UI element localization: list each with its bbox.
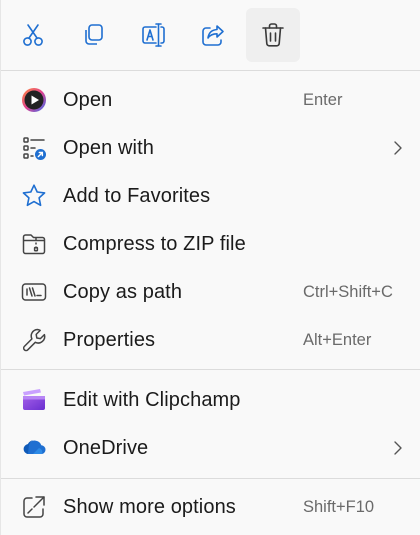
copy-icon	[85, 24, 103, 45]
rename-icon	[142, 23, 165, 47]
menu-group-more: Show more options Shift+F10	[1, 479, 420, 531]
share-button[interactable]	[186, 8, 240, 62]
menu-item-compress-zip[interactable]: Compress to ZIP file	[1, 220, 420, 268]
wrench-icon	[20, 326, 48, 354]
menu-item-label: Add to Favorites	[63, 184, 211, 207]
menu-item-shortcut: Alt+Enter	[303, 330, 372, 349]
star-icon	[20, 182, 48, 210]
menu-item-properties[interactable]: Properties Alt+Enter	[1, 316, 420, 364]
cut-button[interactable]	[6, 8, 60, 62]
media-player-icon	[20, 86, 48, 114]
menu-item-shortcut: Enter	[303, 90, 343, 109]
share-icon	[202, 25, 224, 46]
menu-item-add-to-favorites[interactable]: Add to Favorites	[1, 172, 420, 220]
menu-item-open-with[interactable]: Open with	[1, 124, 420, 172]
menu-item-open[interactable]: Open Enter	[1, 76, 420, 124]
context-menu: Open Enter Open with Add to Favorites Co…	[0, 0, 420, 535]
rename-button[interactable]	[126, 8, 180, 62]
scissors-icon	[23, 24, 43, 46]
show-more-icon	[20, 493, 48, 521]
context-toolbar	[1, 0, 420, 70]
menu-item-label: Copy as path	[63, 280, 183, 303]
menu-item-onedrive[interactable]: OneDrive	[1, 424, 420, 472]
menu-item-label: Show more options	[63, 495, 236, 518]
chevron-right-icon	[394, 441, 402, 455]
menu-item-shortcut: Ctrl+Shift+C	[303, 282, 393, 301]
menu-group-main: Open Enter Open with Add to Favorites Co…	[1, 71, 420, 364]
menu-item-copy-as-path[interactable]: Copy as path Ctrl+Shift+C	[1, 268, 420, 316]
menu-item-shortcut: Shift+F10	[303, 497, 375, 516]
onedrive-icon	[20, 434, 48, 462]
delete-button[interactable]	[246, 8, 300, 62]
chevron-right-icon	[394, 141, 402, 155]
trash-icon	[262, 23, 284, 47]
menu-item-label: Open	[63, 88, 113, 111]
zip-folder-icon	[20, 230, 48, 258]
open-with-icon	[20, 134, 48, 162]
menu-item-label: Compress to ZIP file	[63, 232, 246, 255]
menu-item-label: Edit with Clipchamp	[63, 388, 241, 411]
clipchamp-icon	[20, 386, 48, 414]
menu-item-label: Properties	[63, 328, 156, 351]
copy-path-icon	[20, 278, 48, 306]
menu-item-show-more-options[interactable]: Show more options Shift+F10	[1, 483, 420, 531]
copy-button[interactable]	[66, 8, 120, 62]
menu-item-label: OneDrive	[63, 436, 149, 459]
menu-group-apps: Edit with Clipchamp OneDrive	[1, 370, 420, 472]
menu-item-label: Open with	[63, 136, 154, 159]
menu-item-edit-with-clipchamp[interactable]: Edit with Clipchamp	[1, 376, 420, 424]
